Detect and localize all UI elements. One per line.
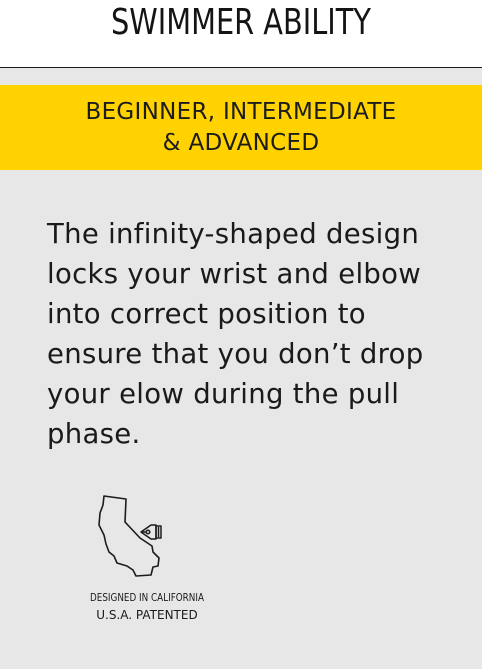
page-title: SWIMMER ABILITY (111, 2, 371, 43)
header: SWIMMER ABILITY (0, 0, 482, 67)
ability-levels-line2: & ADVANCED (162, 130, 320, 156)
patented-label: U.S.A. PATENTED (96, 608, 198, 622)
ability-levels-line1: BEGINNER, INTERMEDIATE (85, 99, 397, 125)
designed-in-california-label: DESIGNED IN CALIFORNIA (90, 591, 204, 604)
california-pen-icon (95, 492, 170, 582)
product-description: The infinity-shaped design locks your wr… (47, 218, 424, 450)
ability-banner: BEGINNER, INTERMEDIATE & ADVANCED (0, 85, 482, 170)
ability-levels: BEGINNER, INTERMEDIATE & ADVANCED (0, 97, 482, 159)
